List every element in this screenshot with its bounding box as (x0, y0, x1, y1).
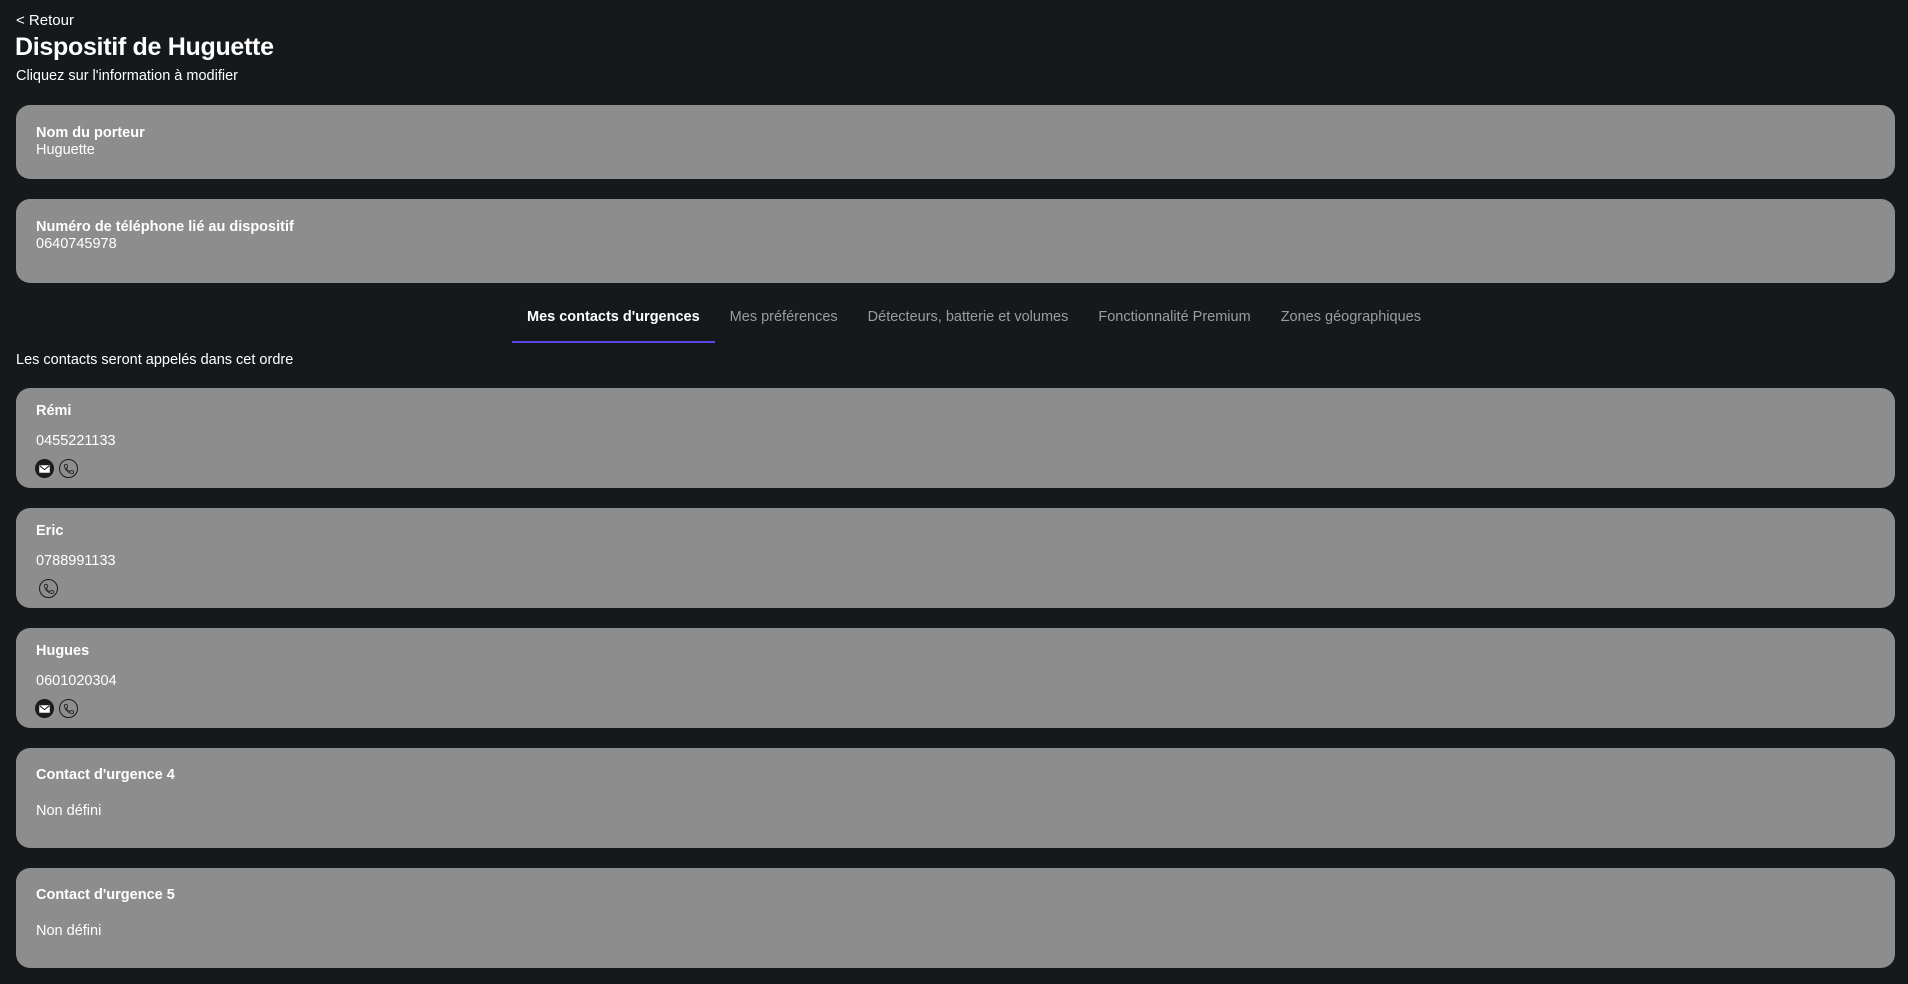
back-link[interactable]: < Retour (16, 12, 74, 29)
tab-preferences[interactable]: Mes préférences (715, 300, 853, 342)
email-icon[interactable] (35, 699, 54, 718)
device-page: < Retour Dispositif de Huguette Cliquez … (0, 0, 1908, 984)
device-phone-value: 0640745978 (36, 236, 117, 252)
tab-detectors-battery-volume[interactable]: Détecteurs, batterie et volumes (853, 300, 1084, 342)
contact-name: Contact d'urgence 5 (36, 887, 175, 903)
wearer-name-label: Nom du porteur (36, 125, 145, 141)
email-icon[interactable] (35, 459, 54, 478)
contact-name: Eric (36, 523, 64, 539)
contact-card-1[interactable]: Rémi 0455221133 (16, 388, 1895, 488)
contact-card-2[interactable]: Eric 0788991133 (16, 508, 1895, 608)
contact-name: Hugues (36, 643, 90, 659)
contact-phone: Non défini (36, 803, 102, 819)
tab-premium-feature[interactable]: Fonctionnalité Premium (1083, 300, 1265, 342)
contact-phone: 0788991133 (36, 553, 116, 569)
phone-icon[interactable] (59, 699, 78, 718)
contact-card-4[interactable]: Contact d'urgence 4 Non défini (16, 748, 1895, 848)
wearer-name-card[interactable]: Nom du porteur Huguette (16, 105, 1895, 179)
page-title: Dispositif de Huguette (15, 33, 274, 61)
device-phone-card[interactable]: Numéro de téléphone lié au dispositif 06… (16, 199, 1895, 283)
contact-phone: 0455221133 (36, 433, 116, 449)
settings-tabs: Mes contacts d'urgences Mes préférences … (512, 300, 1436, 343)
tab-geographic-zones[interactable]: Zones géographiques (1266, 300, 1436, 342)
contact-phone: Non défini (36, 923, 102, 939)
contact-name: Contact d'urgence 4 (36, 767, 175, 783)
phone-icon[interactable] (39, 579, 58, 598)
contact-card-5[interactable]: Contact d'urgence 5 Non défini (16, 868, 1895, 968)
tab-emergency-contacts[interactable]: Mes contacts d'urgences (512, 300, 715, 343)
wearer-name-value: Huguette (36, 142, 95, 158)
page-subtitle: Cliquez sur l'information à modifier (16, 68, 238, 84)
phone-icon[interactable] (59, 459, 78, 478)
contact-name: Rémi (36, 403, 72, 419)
contact-card-3[interactable]: Hugues 0601020304 (16, 628, 1895, 728)
device-phone-label: Numéro de téléphone lié au dispositif (36, 219, 294, 235)
contact-phone: 0601020304 (36, 673, 117, 689)
contacts-order-note: Les contacts seront appelés dans cet ord… (16, 352, 294, 368)
